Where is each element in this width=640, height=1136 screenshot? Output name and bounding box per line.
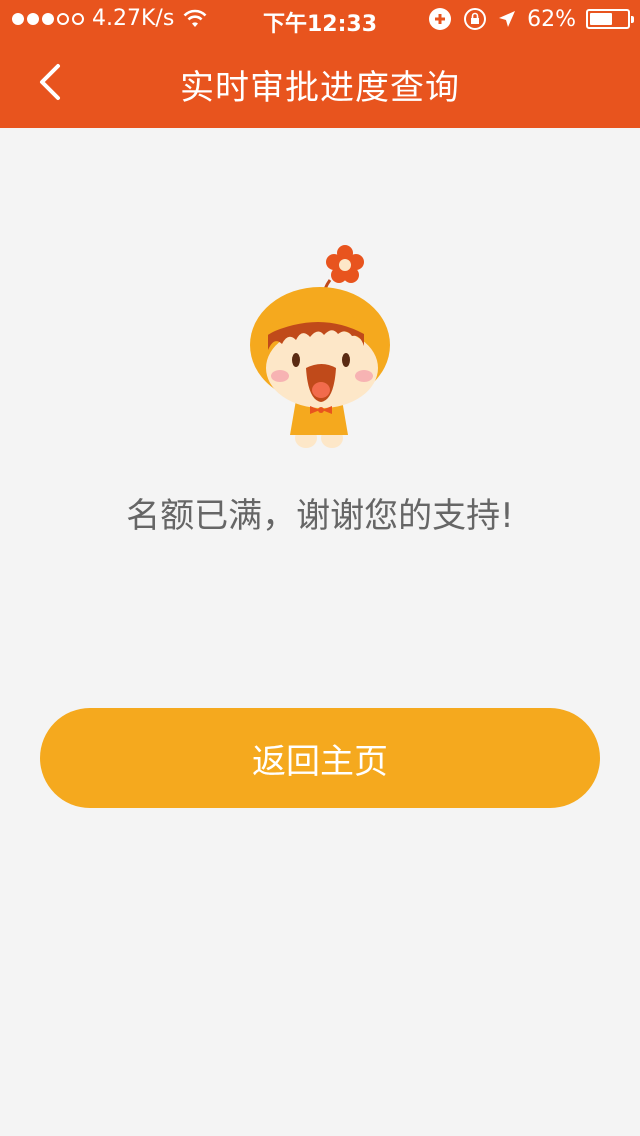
page-title: 实时审批进度查询 xyxy=(180,68,460,108)
return-home-button-label: 返回主页 xyxy=(252,741,388,782)
location-arrow-icon xyxy=(499,11,516,27)
return-home-button[interactable]: 返回主页 xyxy=(40,708,600,808)
battery-icon xyxy=(586,9,634,29)
header-bar: 4.27K/s 下午12:33 62% 实时审批进度查询 xyxy=(0,0,640,128)
status-right: 62% xyxy=(427,6,634,32)
battery-fill xyxy=(590,13,612,25)
quota-full-message: 名额已满，谢谢您的支持! xyxy=(126,496,514,536)
status-bar: 4.27K/s 下午12:33 62% xyxy=(0,0,640,40)
rotation-lock-icon xyxy=(464,8,487,30)
nav-bar: 实时审批进度查询 xyxy=(0,40,640,128)
flower-mascot-icon xyxy=(250,245,390,448)
battery-percent: 62% xyxy=(527,6,576,32)
sync-icon xyxy=(429,8,452,30)
